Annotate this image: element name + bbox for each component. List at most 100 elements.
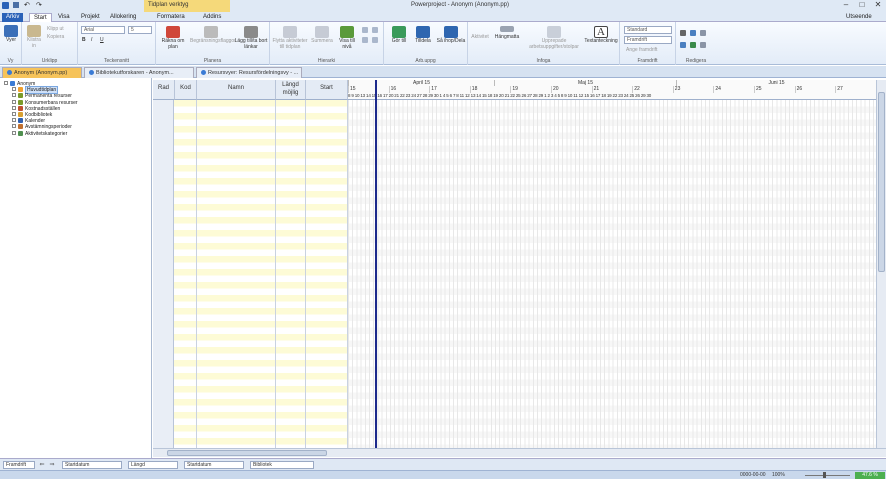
tab-addins[interactable]: Addins (199, 13, 225, 22)
underline-button[interactable]: U (100, 37, 104, 43)
sort-select-2[interactable]: Längd (128, 461, 178, 469)
collapse-icon[interactable] (372, 37, 378, 43)
doctab-resource-view[interactable]: Resursvyer: Resursfördelningsvy - ... (196, 67, 302, 78)
tree-item[interactable]: Kodbibliotek (12, 112, 52, 118)
timescale[interactable]: April 15 Maj 15 Juni 15 15 16 17 18 19 20 21 22… (348, 80, 876, 100)
clear-icon[interactable] (700, 42, 706, 48)
expand-toggle-icon[interactable] (4, 81, 8, 85)
tree-node-icon (18, 99, 23, 105)
week-label: 22 (632, 86, 673, 93)
cut-button[interactable]: Klipp ut (47, 26, 64, 32)
column-header-code[interactable]: Kod (175, 80, 197, 100)
expand-toggle-icon[interactable] (12, 130, 16, 135)
summarize-label: Summera (311, 38, 333, 44)
recurring-tasks-button[interactable]: Upprepade arbetsuppgifter/stolpar (526, 26, 582, 50)
filter-forward-icon[interactable]: ⇒ (48, 461, 56, 469)
select-icon[interactable] (700, 30, 706, 36)
show-to-level-button[interactable]: Visa till nivå (336, 26, 358, 50)
activity-button[interactable]: Aktivitet (469, 34, 491, 40)
expand-toggle-icon[interactable] (12, 124, 16, 129)
progress-mode-select[interactable]: Framdrift (624, 36, 672, 44)
doctab-project[interactable]: Anonym (Anonym.pp) (2, 67, 82, 78)
sort-select-3[interactable]: Startdatum (184, 461, 244, 469)
make-into-button[interactable]: Gör till (388, 26, 410, 44)
paste-button[interactable]: Klistra in (25, 25, 43, 49)
reschedule-button[interactable]: Räkna om plan (158, 26, 188, 50)
add-remove-links-button[interactable]: Lägg till/ta bort länkar (234, 26, 268, 50)
expand-icon[interactable] (362, 37, 368, 43)
doctab-library-explorer[interactable]: Bibliotekutforskaren - Anonym... (84, 67, 194, 78)
minimize-button[interactable]: – (838, 0, 854, 10)
scroll-thumb[interactable] (878, 92, 885, 272)
column-header-row[interactable]: Rad (153, 80, 175, 100)
tab-view[interactable]: Visa (54, 13, 74, 22)
column-header-duration[interactable]: Längd möjlig (276, 80, 306, 100)
expand-toggle-icon[interactable] (12, 105, 16, 110)
text-annotation-icon: A (594, 26, 608, 38)
app-icon[interactable] (2, 2, 9, 9)
tree-item[interactable]: Avstämningsperioder (12, 124, 72, 130)
italic-button[interactable]: I (91, 37, 92, 43)
tree-item[interactable]: Aktivitetskategorier (12, 130, 67, 137)
expand-toggle-icon[interactable] (12, 87, 16, 92)
summarize-icon (315, 26, 329, 38)
redo-icon[interactable]: ↷ (36, 1, 42, 9)
expand-toggle-icon[interactable] (12, 112, 16, 116)
tab-project[interactable]: Projekt (77, 13, 104, 22)
summarize-button[interactable]: Summera (310, 26, 334, 44)
filter-back-icon[interactable]: ⇐ (38, 461, 46, 469)
gantt-chart[interactable]: April 15 Maj 15 Juni 15 15 16 17 18 19 20 21 22… (348, 80, 876, 448)
tree-item[interactable]: Permanenta resurser (12, 93, 72, 99)
appearance-menu[interactable]: Utseende (842, 13, 876, 22)
tab-format[interactable]: Formatera (153, 13, 189, 22)
tab-file[interactable]: Arkiv (2, 13, 24, 22)
column-header-name[interactable]: Namn (197, 80, 276, 100)
constraint-flags-button[interactable]: Begränsningsflaggor (190, 26, 236, 44)
zoom-slider-thumb[interactable] (823, 472, 826, 478)
go-to-icon[interactable] (690, 42, 696, 48)
join-split-button[interactable]: Så ihop/Dela (436, 26, 466, 44)
font-select[interactable]: Arial (81, 26, 125, 34)
font-size-select[interactable]: 5 (128, 26, 152, 34)
text-annotation-button[interactable]: A Textanteckning (584, 26, 618, 44)
grid-rows[interactable] (153, 100, 348, 448)
expand-toggle-icon[interactable] (12, 99, 16, 104)
maximize-button[interactable]: □ (854, 0, 870, 10)
expand-toggle-icon[interactable] (12, 93, 16, 98)
expand-toggle-icon[interactable] (12, 118, 16, 123)
cross-icon[interactable] (680, 30, 686, 36)
copy-button[interactable]: Kopiera (47, 34, 64, 40)
close-button[interactable]: ✕ (870, 0, 886, 10)
progress-period-select[interactable]: Standard (624, 26, 672, 34)
vertical-scrollbar[interactable] (876, 80, 886, 448)
bold-button[interactable]: B (82, 37, 86, 43)
assign-button[interactable]: Tilldela (412, 26, 434, 44)
tree-item[interactable]: Huvudtidplan (12, 86, 59, 95)
project-tree: Anonym Huvudtidplan Permanenta resurser Kon… (0, 78, 152, 458)
find-icon[interactable] (690, 30, 696, 36)
tree-item[interactable]: Kostnadsställen (12, 105, 60, 112)
group-hierarchy: Flytta aktiviteter till tidplan Summera … (270, 22, 384, 65)
save-icon[interactable] (13, 2, 19, 8)
tree-item[interactable]: Kalender (12, 118, 45, 124)
move-to-schedule-button[interactable]: Flytta aktiviteter till tidplan (272, 26, 308, 50)
group-edit: Redigera (676, 22, 716, 65)
filter-select[interactable]: Framdrift (3, 461, 35, 469)
set-progress-button[interactable]: Ange framdrift (626, 47, 657, 53)
tab-start[interactable]: Start (29, 13, 52, 22)
sort-select-1[interactable]: Startdatum (62, 461, 122, 469)
replace-icon[interactable] (680, 42, 686, 48)
outdent-icon[interactable] (372, 27, 378, 33)
horizontal-scrollbar[interactable] (153, 448, 886, 457)
zoom-slider-track[interactable] (805, 475, 850, 476)
tab-allocation[interactable]: Allokering (106, 13, 140, 22)
indent-icon[interactable] (362, 27, 368, 33)
scroll-thumb[interactable] (167, 450, 327, 456)
undo-icon[interactable]: ↶ (24, 1, 30, 9)
views-button[interactable]: Vyer (2, 25, 20, 43)
column-header-start[interactable]: Start (306, 80, 348, 100)
tree-item[interactable]: Konsumerbara resurser (12, 99, 78, 106)
hammock-button[interactable]: Hängmatta (492, 26, 522, 40)
gantt-body[interactable] (348, 100, 876, 448)
library-select[interactable]: Bibliotek (250, 461, 314, 469)
